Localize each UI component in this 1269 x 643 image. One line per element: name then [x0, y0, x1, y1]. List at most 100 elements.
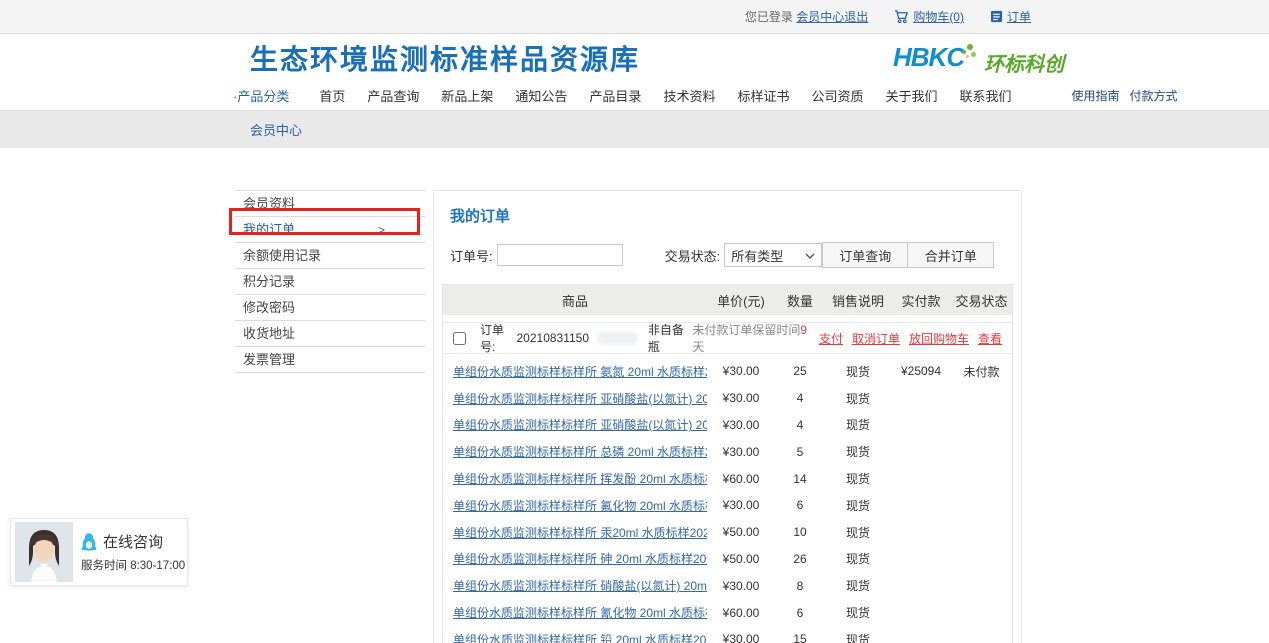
nav-item[interactable]: 联系我们 — [960, 86, 1012, 105]
sidebar-item-label: 收货地址 — [243, 321, 295, 346]
nav-item[interactable]: 关于我们 — [885, 86, 937, 105]
order-action-link[interactable]: 放回购物车 — [909, 330, 969, 347]
product-row: 单组份水质监测标样标样所 氟化物 20ml 水质标样201757 ¥30.00 … — [443, 492, 1012, 519]
product-link[interactable]: 单组份水质监测标样标样所 氰化物 20ml 水质标样205544 — [453, 604, 707, 621]
product-qty: 8 — [775, 579, 825, 593]
chevron-down-icon — [805, 248, 815, 263]
product-sale-note: 现货 — [825, 470, 891, 487]
sidebar-item[interactable]: 收货地址 — [235, 321, 425, 347]
cart-link[interactable]: 购物车(0) — [913, 8, 964, 25]
order-no-label: 订单号: — [450, 246, 493, 265]
order-no-value: 20210831150 — [517, 331, 590, 345]
member-sidebar: 会员资料 我的订单 > 余额使用记录 积分记录 修改密码 收货地址 发票管理 — [235, 190, 425, 373]
sidebar-item[interactable]: 余额使用记录 — [235, 243, 425, 269]
col-product: 商品 — [443, 291, 707, 310]
nav-item[interactable]: 首页 — [319, 86, 345, 105]
sidebar-item[interactable]: 会员资料 — [235, 191, 425, 217]
merge-order-button[interactable]: 合并订单 — [908, 242, 994, 268]
sidebar-item[interactable]: 修改密码 — [235, 295, 425, 321]
online-chat-widget[interactable]: 在线咨询 服务时间 8:30-17:00 — [10, 518, 188, 586]
product-sale-note: 现货 — [825, 443, 891, 460]
transaction-status-select[interactable]: 所有类型 — [724, 243, 822, 267]
orders-icon — [990, 10, 1003, 23]
nav-item[interactable]: 新品上架 — [441, 86, 493, 105]
breadcrumb[interactable]: 会员中心 — [250, 120, 302, 139]
product-row: 单组份水质监测标样标样所 氨氮 20ml 水质标样2005153 ¥30.00 … — [443, 358, 1012, 385]
product-row: 单组份水质监测标样标样所 铅 20ml 水质标样201240 ¥30.00 15… — [443, 626, 1012, 643]
sidebar-item-label: 余额使用记录 — [243, 243, 321, 268]
product-price: ¥60.00 — [707, 472, 775, 486]
product-price: ¥60.00 — [707, 606, 775, 620]
chat-service-hours: 服务时间 8:30-17:00 — [81, 557, 185, 573]
order-no-label: 订单号: — [480, 321, 517, 355]
orders-table: 商品 单价(元) 数量 销售说明 实付款 交易状态 订单号: 202108311… — [442, 284, 1013, 643]
product-qty: 4 — [775, 391, 825, 405]
product-row: 单组份水质监测标样标样所 砷 20ml 水质标样200455 ¥50.00 26… — [443, 546, 1012, 573]
nav-item[interactable]: 技术资料 — [663, 86, 715, 105]
product-row: 单组份水质监测标样标样所 汞20ml 水质标样202051 ¥50.00 10 … — [443, 519, 1012, 546]
product-qty: 4 — [775, 418, 825, 432]
product-price: ¥50.00 — [707, 552, 775, 566]
status-selected-value: 所有类型 — [731, 246, 783, 265]
site-title: 生态环境监测标准样品资源库 — [250, 38, 640, 78]
nav-category-label: 产品分类 — [237, 89, 289, 104]
product-row: 单组份水质监测标样标样所 总磷 20ml 水质标样203997 ¥30.00 5… — [443, 438, 1012, 465]
member-center-link[interactable]: 会员中心 — [796, 8, 844, 25]
col-qty: 数量 — [775, 291, 825, 310]
sidebar-item-label: 发票管理 — [243, 347, 295, 372]
order-action-link[interactable]: 支付 — [819, 330, 843, 347]
product-qty: 10 — [775, 525, 825, 539]
nav-item[interactable]: 标样证书 — [737, 86, 789, 105]
product-qty: 5 — [775, 445, 825, 459]
logged-in-text: 您已登录 — [745, 8, 793, 25]
order-query-button[interactable]: 订单查询 — [822, 242, 908, 268]
order-search-form: 订单号: 交易状态: 所有类型 订单查询 合并订单 — [450, 242, 1021, 268]
product-price: ¥30.00 — [707, 445, 775, 459]
sidebar-item-label: 会员资料 — [243, 191, 295, 216]
order-action-link[interactable]: 查看 — [978, 330, 1002, 347]
nav-item[interactable]: 公司资质 — [811, 86, 863, 105]
product-link[interactable]: 单组份水质监测标样标样所 硝酸盐(以氮计) 20ml 水质标样200850 — [453, 577, 707, 594]
product-link[interactable]: 单组份水质监测标样标样所 亚硝酸盐(以氮计) 20ml 水质标样200644 — [453, 416, 707, 433]
product-link[interactable]: 单组份水质监测标样标样所 亚硝酸盐(以氮计) 20ml 水质标样200643 — [453, 390, 707, 407]
orders-link[interactable]: 订单 — [1007, 8, 1031, 25]
product-qty: 26 — [775, 552, 825, 566]
orders-panel: 我的订单 订单号: 交易状态: 所有类型 订单查询 合并订单 商品 单价(元) — [433, 190, 1022, 643]
col-note: 销售说明 — [825, 291, 891, 310]
bottle-note: 非自备瓶 — [648, 321, 693, 355]
nav-item[interactable]: 通知公告 — [515, 86, 567, 105]
sidebar-item[interactable]: 我的订单 > — [235, 217, 425, 243]
product-sale-note: 现货 — [825, 390, 891, 407]
product-link[interactable]: 单组份水质监测标样标样所 铅 20ml 水质标样201240 — [453, 631, 707, 643]
status-label: 交易状态: — [665, 246, 721, 265]
product-link[interactable]: 单组份水质监测标样标样所 氨氮 20ml 水质标样2005153 — [453, 363, 707, 380]
product-sale-note: 现货 — [825, 631, 891, 643]
product-link[interactable]: 单组份水质监测标样标样所 砷 20ml 水质标样200455 — [453, 550, 707, 567]
qq-icon — [81, 533, 97, 551]
product-paid-amount: ¥25094 — [891, 364, 951, 378]
nav-item[interactable]: 产品查询 — [367, 86, 419, 105]
nav-product-category[interactable]: ·产品分类 — [233, 86, 289, 105]
nav-item[interactable]: 产品目录 — [589, 86, 641, 105]
product-link[interactable]: 单组份水质监测标样标样所 挥发酚 20ml 水质标样200364 — [453, 470, 707, 487]
col-price: 单价(元) — [707, 291, 775, 310]
col-paid: 实付款 — [891, 291, 951, 310]
logout-link[interactable]: 退出 — [844, 8, 868, 25]
order-no-input[interactable] — [497, 244, 623, 266]
product-price: ¥30.00 — [707, 364, 775, 378]
product-link[interactable]: 单组份水质监测标样标样所 氟化物 20ml 水质标样201757 — [453, 497, 707, 514]
top-utility-bar: 您已登录 会员中心退出 购物车(0) 订单 — [0, 0, 1269, 34]
product-link[interactable]: 单组份水质监测标样标样所 汞20ml 水质标样202051 — [453, 524, 707, 541]
page: 您已登录 会员中心退出 购物车(0) 订单 生态环境监测标准样品资源库 HBKC… — [0, 0, 1269, 643]
product-price: ¥30.00 — [707, 632, 775, 643]
product-price: ¥50.00 — [707, 525, 775, 539]
order-action-link[interactable]: 取消订单 — [852, 330, 900, 347]
product-sale-note: 现货 — [825, 604, 891, 621]
product-link[interactable]: 单组份水质监测标样标样所 总磷 20ml 水质标样203997 — [453, 443, 707, 460]
redacted-order-digits — [597, 332, 638, 345]
nav-help-link[interactable]: 使用指南 — [1072, 87, 1120, 104]
order-checkbox[interactable] — [453, 332, 466, 345]
sidebar-item[interactable]: 发票管理 — [235, 347, 425, 373]
nav-help-link[interactable]: 付款方式 — [1130, 87, 1178, 104]
sidebar-item[interactable]: 积分记录 — [235, 269, 425, 295]
